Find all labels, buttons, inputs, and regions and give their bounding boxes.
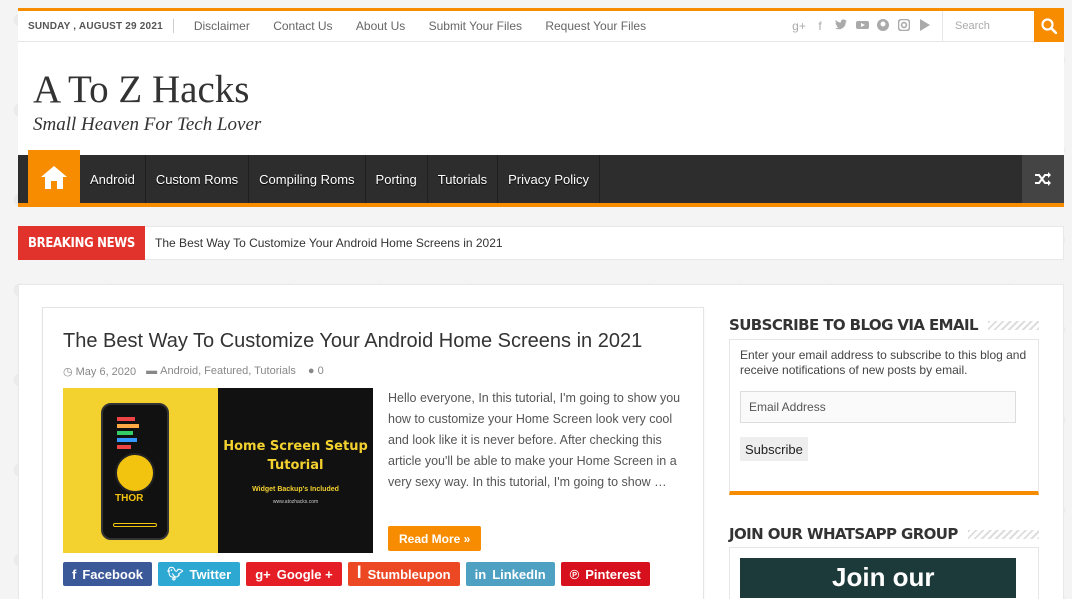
post-date: ◷ May 6, 2020 xyxy=(63,365,136,378)
site-tagline: Small Heaven For Tech Lover xyxy=(33,114,262,135)
search-button[interactable] xyxy=(1034,10,1064,42)
thumb-url: www.atozhacks.com xyxy=(272,498,319,505)
post-title[interactable]: The Best Way To Customize Your Android H… xyxy=(63,330,642,353)
divider xyxy=(172,19,174,33)
clock-icon: ◷ xyxy=(63,366,73,378)
share-pinterest-button[interactable]: ℗ Pinterest xyxy=(560,562,650,586)
social-icons: g+ f xyxy=(792,18,942,34)
play-icon[interactable] xyxy=(918,18,932,34)
nav-item-tutorials[interactable]: Tutorials xyxy=(428,155,499,203)
share-twitter-button[interactable]: 🐦︎ Twitter xyxy=(158,562,241,586)
content-area: The Best Way To Customize Your Android H… xyxy=(18,284,1064,599)
search-input[interactable]: Search xyxy=(942,10,1034,42)
post-categories: ▬ Android, Featured, Tutorials xyxy=(146,365,296,378)
github-icon[interactable] xyxy=(876,18,890,34)
nav-item-privacy-policy[interactable]: Privacy Policy xyxy=(498,155,601,203)
share-label: Facebook xyxy=(82,566,144,582)
top-link-disclaimer[interactable]: Disclaimer xyxy=(194,19,250,33)
subscribe-widget: Enter your email address to subscribe to… xyxy=(729,339,1039,495)
top-link-about[interactable]: About Us xyxy=(356,19,405,33)
search-icon xyxy=(1041,18,1057,34)
share-facebook-button[interactable]: f Facebook xyxy=(63,562,153,586)
nav-item-porting[interactable]: Porting xyxy=(366,155,428,203)
nav-item-android[interactable]: Android xyxy=(80,155,146,203)
top-link-contact[interactable]: Contact Us xyxy=(273,19,332,33)
breaking-news-label: Breaking News xyxy=(18,226,146,260)
subscribe-widget-title: Subscribe to Blog via Email xyxy=(729,316,1039,334)
breaking-news-link[interactable]: The Best Way To Customize Your Android H… xyxy=(155,236,503,250)
breaking-news-bar: Breaking News The Best Way To Customize … xyxy=(18,226,1064,260)
whatsapp-widget: Join our xyxy=(729,547,1039,599)
nav-item-custom-roms[interactable]: Custom Roms xyxy=(146,155,250,203)
home-button[interactable] xyxy=(28,150,80,203)
share-stumbleupon-button[interactable]: ꟾ Stumbleupon xyxy=(347,562,460,586)
google-plus-icon[interactable]: g+ xyxy=(792,19,806,34)
share-label: Pinterest xyxy=(585,566,641,582)
thumbnail-text-panel: Home Screen Setup Tutorial Widget Backup… xyxy=(218,388,373,553)
google-plus-icon: g+ xyxy=(255,566,271,582)
subscribe-button[interactable]: Subscribe xyxy=(740,437,808,461)
whatsapp-widget-title: Join Our WhatsApp Group xyxy=(729,525,1039,543)
post-thumbnail[interactable]: THOR Home Screen Setup Tutorial Widget B… xyxy=(63,388,373,553)
post-comments-count: 0 xyxy=(317,365,324,377)
phone-illustration: THOR xyxy=(101,403,169,540)
stumbleupon-icon: ꟾ xyxy=(356,566,362,581)
whatsapp-title-text: Join Our WhatsApp Group xyxy=(729,525,958,543)
thumb-title-line-2: Tutorial xyxy=(267,458,324,473)
main-nav: Android Custom Roms Compiling Roms Porti… xyxy=(18,150,1064,207)
current-date: SUNDAY , AUGUST 29 2021 xyxy=(28,20,163,32)
comments-icon: ● xyxy=(307,365,315,377)
post-excerpt: Hello everyone, In this tutorial, I'm go… xyxy=(388,391,681,489)
post-meta: ◷ May 6, 2020 ▬ Android, Featured, Tutoria… xyxy=(63,365,324,378)
site-header: A To Z Hacks Small Heaven For Tech Lover xyxy=(18,42,1064,155)
thor-label: THOR xyxy=(115,493,144,504)
widget-bars xyxy=(117,417,139,452)
top-bar: SUNDAY , AUGUST 29 2021 Disclaimer Conta… xyxy=(18,8,1064,42)
site-logo[interactable]: A To Z Hacks xyxy=(33,67,249,112)
share-google-plus-button[interactable]: g+ Google + xyxy=(246,562,342,586)
nav-item-compiling-roms[interactable]: Compiling Roms xyxy=(249,155,366,203)
linkedin-icon: in xyxy=(474,566,487,582)
email-field[interactable]: Email Address xyxy=(740,391,1016,423)
read-more-button[interactable]: Read More » xyxy=(388,526,482,551)
folder-icon: ▬ xyxy=(146,365,158,377)
subscribe-title-text: Subscribe to Blog via Email xyxy=(729,316,979,334)
facebook-icon: f xyxy=(72,566,77,582)
whatsapp-banner[interactable]: Join our xyxy=(740,558,1016,598)
twitter-icon[interactable] xyxy=(834,18,848,34)
share-label: Google + xyxy=(276,566,333,582)
search-widget-icon xyxy=(113,523,157,527)
thumb-title-line-1: Home Screen Setup xyxy=(223,438,368,454)
post-card: The Best Way To Customize Your Android H… xyxy=(42,307,704,599)
instagram-icon[interactable] xyxy=(897,18,911,34)
youtube-icon[interactable] xyxy=(855,19,869,34)
title-stripes xyxy=(987,320,1039,330)
subscribe-description: Enter your email address to subscribe to… xyxy=(740,348,1027,377)
title-stripes xyxy=(967,529,1039,539)
share-linkedin-button[interactable]: in LinkedIn xyxy=(465,562,555,586)
top-link-request-files[interactable]: Request Your Files xyxy=(545,19,646,33)
random-post-button[interactable] xyxy=(1022,155,1064,203)
share-label: Twitter xyxy=(189,566,232,582)
thumbnail-phone-panel: THOR xyxy=(63,388,218,553)
pinterest-icon: ℗ xyxy=(569,566,580,582)
twitter-icon: 🐦︎ xyxy=(167,566,184,581)
share-label: LinkedIn xyxy=(492,566,546,582)
facebook-icon[interactable]: f xyxy=(813,19,827,34)
thumb-subtitle: Widget Backup's Included xyxy=(252,485,339,493)
top-link-submit-files[interactable]: Submit Your Files xyxy=(429,19,522,33)
share-label: Stumbleupon xyxy=(367,566,451,582)
share-buttons: f Facebook 🐦︎ Twitter g+ Google + ꟾ Stumbleu… xyxy=(63,562,650,586)
post-comments[interactable]: ● 0 xyxy=(308,365,324,378)
thor-badge-icon xyxy=(115,453,155,493)
post-categories-text[interactable]: Android, Featured, Tutorials xyxy=(160,365,296,377)
top-nav: Disclaimer Contact Us About Us Submit Yo… xyxy=(184,19,656,33)
home-icon xyxy=(41,165,67,189)
shuffle-icon xyxy=(1035,172,1051,186)
post-date-text: May 6, 2020 xyxy=(75,366,137,378)
